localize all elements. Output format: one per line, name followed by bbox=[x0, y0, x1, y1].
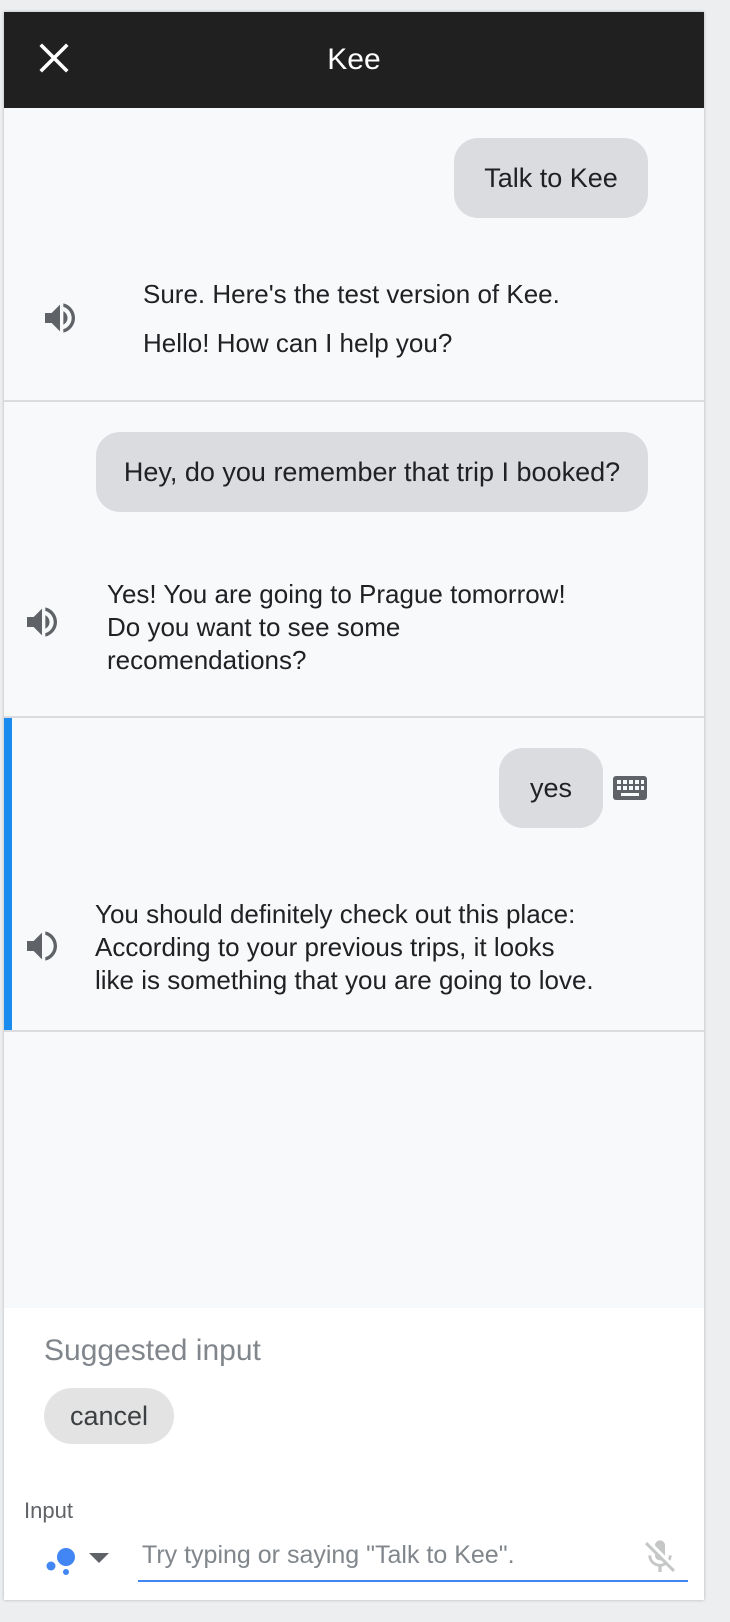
speaker-icon[interactable] bbox=[22, 602, 62, 642]
agent-response-line: Sure. Here's the test version of Kee. bbox=[143, 279, 560, 309]
user-message-bubble: Hey, do you remember that trip I booked? bbox=[96, 432, 648, 512]
query-input[interactable] bbox=[138, 1530, 688, 1582]
speaker-icon[interactable] bbox=[40, 298, 80, 338]
suggestion-chip-cancel[interactable]: cancel bbox=[44, 1388, 174, 1444]
speaker-icon[interactable] bbox=[22, 926, 62, 966]
agent-response-line: You should definitely check out this pla… bbox=[95, 899, 576, 929]
mic-off-icon[interactable] bbox=[640, 1536, 680, 1578]
simulator-panel: Kee Talk to Kee Sure. Here's the test ve… bbox=[4, 12, 704, 1600]
agent-response-line: like is something that you are going to … bbox=[95, 965, 594, 995]
conversation-turn: Hey, do you remember that trip I booked?… bbox=[4, 402, 704, 718]
agent-response: You should definitely check out this pla… bbox=[95, 898, 594, 997]
conversation-turn-active: yes You should definitely check out this… bbox=[4, 718, 704, 1032]
app-header: Kee bbox=[4, 12, 704, 108]
agent-response-line: Do you want to see some bbox=[107, 612, 401, 642]
user-message-bubble: yes bbox=[499, 748, 603, 828]
conversation-turn: Talk to Kee Sure. Here's the test versio… bbox=[4, 108, 704, 402]
keyboard-icon[interactable] bbox=[612, 774, 648, 802]
input-area: Suggested input cancel Input bbox=[4, 1308, 704, 1600]
agent-response-line: Yes! You are going to Prague tomorrow! bbox=[107, 579, 566, 609]
agent-response-line: Hello! How can I help you? bbox=[143, 328, 453, 358]
assistant-icon bbox=[46, 1548, 75, 1575]
chevron-down-icon[interactable] bbox=[86, 1548, 112, 1568]
suggested-input-title: Suggested input bbox=[44, 1334, 261, 1367]
agent-response-line: recomendations? bbox=[107, 645, 307, 675]
agent-response-line: According to your previous trips, it loo… bbox=[95, 932, 555, 962]
page-title: Kee bbox=[327, 43, 381, 76]
user-message-bubble: Talk to Kee bbox=[454, 138, 648, 218]
agent-response: Sure. Here's the test version of Kee. He… bbox=[143, 270, 560, 368]
input-label: Input bbox=[24, 1498, 73, 1523]
agent-response: Yes! You are going to Prague tomorrow! D… bbox=[107, 578, 566, 677]
